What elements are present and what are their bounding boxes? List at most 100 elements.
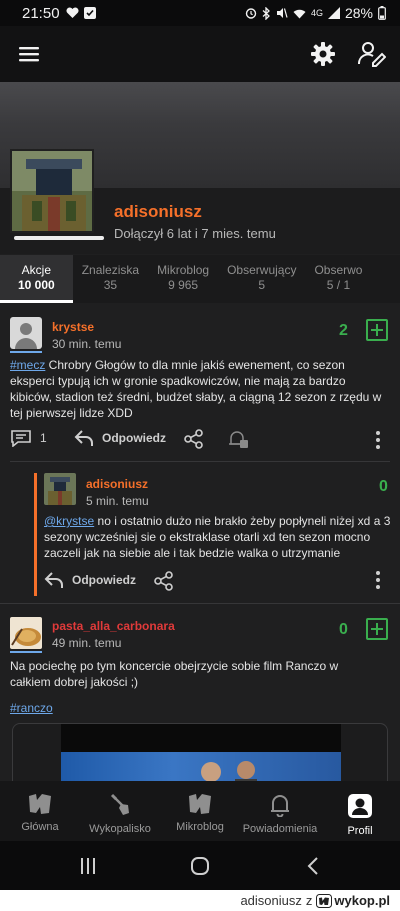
reply-label: Odpowiedz	[72, 573, 136, 587]
settings-gear-icon[interactable]	[310, 41, 336, 67]
user-avatar-placeholder[interactable]	[10, 317, 42, 349]
entry-reply: adisoniusz 5 min. temu 0 @krystse no i o…	[0, 461, 400, 611]
status-time: 21:50	[22, 4, 60, 22]
battery-icon	[378, 6, 386, 20]
back-icon[interactable]	[306, 856, 320, 876]
post-text: Chrobry Głogów to dla mnie jakiś eweneme…	[10, 358, 382, 420]
post-time: 5 min. temu	[86, 494, 149, 508]
avatar-underline	[14, 236, 104, 240]
mikroblog-logo-icon	[189, 794, 211, 814]
share-icon[interactable]	[154, 571, 174, 591]
alarm-icon	[245, 8, 257, 19]
post-time: 30 min. temu	[52, 337, 122, 351]
status-notification-icons	[66, 7, 96, 19]
avatar-image	[12, 151, 92, 231]
post-tag[interactable]: #mecz	[10, 358, 45, 372]
observe-bell-icon[interactable]	[227, 429, 249, 449]
bell-icon	[271, 795, 289, 817]
nav-powiadomienia[interactable]: Powiadomienia	[240, 781, 320, 841]
footer-author: adisoniusz	[240, 893, 302, 908]
footer-brand: wykop.pl	[334, 893, 390, 908]
nav-wykopalisko[interactable]: Wykopalisko	[80, 781, 160, 841]
tab-obserwujacy[interactable]: Obserwujący 5	[218, 255, 305, 303]
user-avatar[interactable]	[10, 617, 42, 649]
post-body: #mecz Chrobry Głogów to dla mnie jakiś e…	[10, 357, 390, 421]
wifi-icon	[293, 9, 306, 18]
user-mention[interactable]: @krystse	[44, 514, 94, 528]
post-body: Na pociechę po tym koncercie obejrzycie …	[10, 659, 339, 689]
tab-label: Obserwujący	[227, 263, 297, 277]
post-author[interactable]: pasta_alla_carbonara	[52, 619, 175, 633]
post-author[interactable]: krystse	[52, 320, 94, 334]
nav-profil[interactable]: Profil	[320, 781, 400, 841]
tab-znaleziska[interactable]: Znaleziska 35	[73, 255, 148, 303]
embedded-media[interactable]	[12, 723, 388, 781]
upvote-plus-icon[interactable]	[366, 618, 388, 640]
nav-glowna[interactable]: Główna	[0, 781, 80, 841]
edit-profile-icon[interactable]	[358, 41, 386, 67]
more-options-icon[interactable]	[376, 431, 380, 452]
mute-icon	[276, 8, 288, 18]
app-frame: 21:50 4G 28% adisoniusz Dołączył 6 lat i…	[0, 0, 400, 890]
more-options-icon[interactable]	[376, 571, 380, 592]
post-text: no i ostatnio dużo nie brakło żeby popły…	[44, 514, 391, 560]
hamburger-menu-icon[interactable]	[18, 45, 40, 63]
shovel-icon	[110, 793, 129, 815]
home-icon[interactable]	[190, 856, 210, 876]
status-bar: 21:50 4G 28%	[0, 0, 400, 26]
reply-arrow-icon	[44, 572, 63, 588]
nav-label: Powiadomienia	[242, 823, 318, 835]
wykop-logo-icon	[29, 794, 51, 814]
post-time: 49 min. temu	[52, 636, 122, 650]
profile-username: adisoniusz	[114, 202, 202, 221]
profile-joined: Dołączył 6 lat i 7 mies. temu	[114, 226, 276, 241]
author-status-bar	[10, 351, 42, 353]
user-avatar[interactable]	[44, 473, 76, 505]
top-app-bar	[0, 26, 400, 82]
media-thumbnail	[61, 724, 341, 781]
post-tag[interactable]: #ranczo	[10, 700, 53, 716]
divider	[0, 603, 400, 604]
tab-akcje[interactable]: Akcje 10 000	[0, 255, 73, 303]
comments-count: 1	[40, 431, 47, 445]
tab-count: 10 000	[18, 278, 55, 292]
tab-label: Obserwo	[314, 263, 363, 277]
app-bar-actions	[310, 41, 386, 67]
nav-label: Główna	[21, 821, 59, 833]
comments-button[interactable]: 1	[10, 429, 47, 447]
upvote-plus-icon[interactable]	[366, 319, 388, 341]
bluetooth-icon	[262, 6, 270, 20]
system-navigation-bar	[0, 841, 400, 890]
reply-accent-bar	[34, 473, 37, 596]
tab-mikroblog[interactable]: Mikroblog 9 965	[148, 255, 218, 303]
profile-tabs: Akcje 10 000 Znaleziska 35 Mikroblog 9 9…	[0, 255, 400, 303]
tab-label: Znaleziska	[81, 263, 140, 277]
signal-icon	[327, 7, 340, 19]
reply-button[interactable]: Odpowiedz	[74, 429, 166, 447]
nav-label: Profil	[347, 825, 373, 837]
recent-apps-icon[interactable]	[80, 857, 96, 875]
profile-avatar[interactable]	[10, 149, 94, 233]
wykop-brand: wykop.pl	[316, 893, 390, 908]
post-author[interactable]: adisoniusz	[86, 477, 148, 491]
divider	[10, 461, 390, 462]
vote-count: 0	[379, 478, 388, 495]
tab-count: 5 / 1	[326, 278, 351, 292]
battery-level: 28%	[344, 5, 373, 21]
vote-count: 2	[339, 322, 348, 339]
tab-obserwowani[interactable]: Obserwo 5 / 1	[305, 255, 371, 303]
tab-count: 9 965	[168, 278, 199, 292]
tab-count: 5	[258, 278, 266, 292]
profile-icon	[348, 794, 372, 818]
post-body: @krystse no i ostatnio dużo nie brakło ż…	[44, 513, 392, 561]
reply-label: Odpowiedz	[102, 431, 166, 445]
status-right: 4G 28%	[245, 5, 386, 21]
entry-post: pasta_alla_carbonara 49 min. temu 0 Na p…	[0, 603, 400, 781]
nav-mikroblog[interactable]: Mikroblog	[160, 781, 240, 841]
footer-connector: z	[305, 893, 313, 908]
share-icon[interactable]	[184, 429, 204, 449]
reply-button[interactable]: Odpowiedz	[44, 571, 136, 589]
watermark-footer: adisoniusz z wykop.pl	[0, 890, 400, 911]
reply-arrow-icon	[74, 430, 93, 446]
tab-label: Akcje	[21, 263, 52, 277]
